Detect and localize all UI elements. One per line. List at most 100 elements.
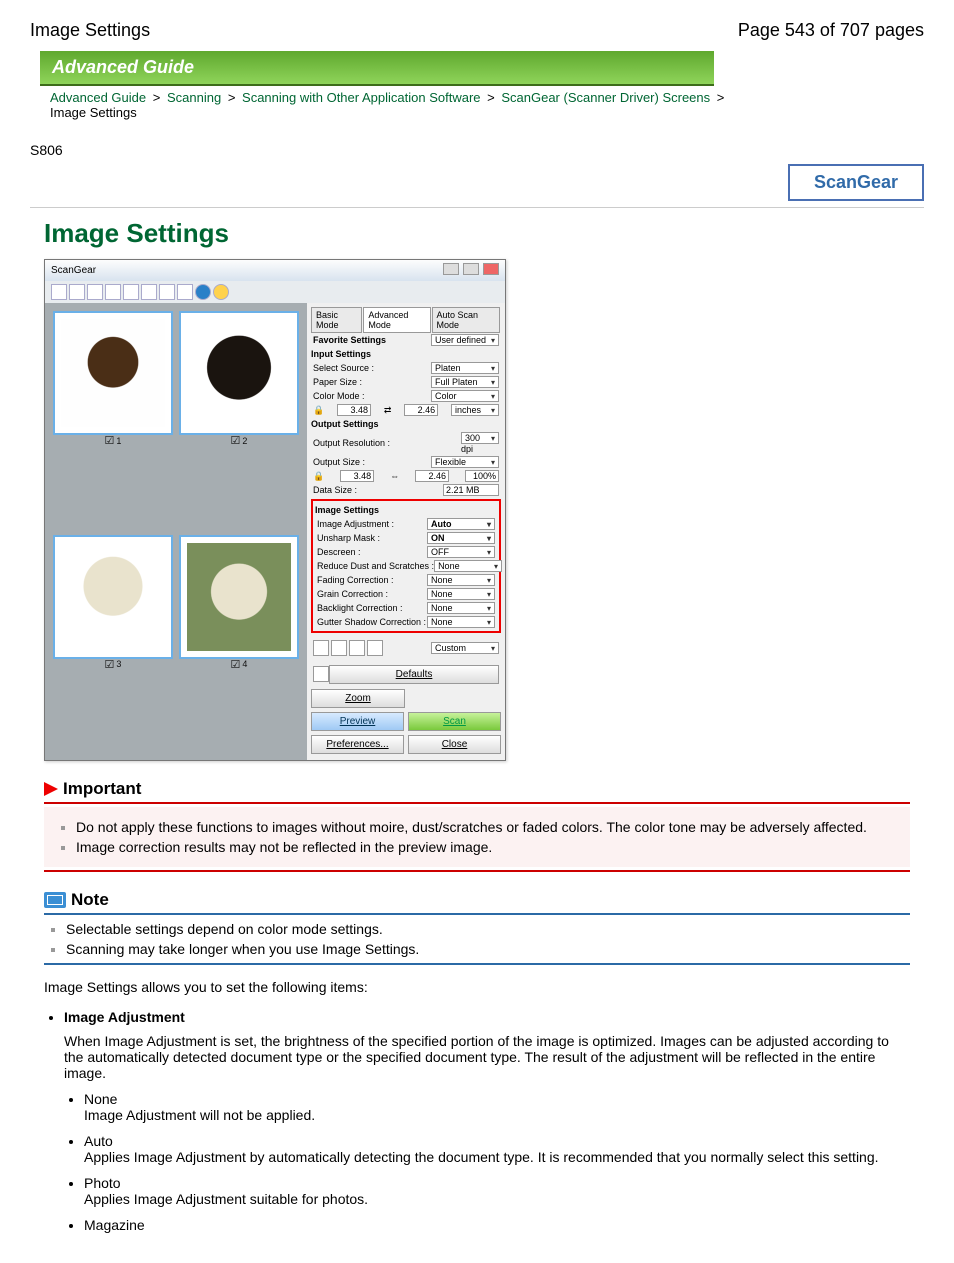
breadcrumb-link-advanced-guide[interactable]: Advanced Guide — [50, 90, 146, 105]
toolbar-button[interactable] — [87, 284, 103, 300]
paper-size-label: Paper Size : — [313, 377, 362, 387]
breadcrumb-sep: > — [228, 90, 236, 105]
custom-select[interactable]: Custom — [431, 642, 499, 654]
defaults-button[interactable]: Defaults — [329, 665, 499, 684]
term-photo: Photo — [84, 1175, 910, 1191]
input-width-field[interactable]: 3.48 — [337, 404, 371, 416]
breadcrumb-current: Image Settings — [50, 105, 137, 120]
toolbar-button[interactable] — [105, 284, 121, 300]
close-icon[interactable] — [483, 263, 499, 275]
image-adjustment-label: Image Adjustment : — [317, 519, 394, 529]
tab-auto-scan-mode[interactable]: Auto Scan Mode — [432, 307, 500, 333]
close-button[interactable]: Close — [408, 735, 501, 754]
preferences-button[interactable]: Preferences... — [311, 735, 404, 754]
window-titlebar: ScanGear — [45, 260, 505, 281]
input-height-field[interactable]: 2.46 — [404, 404, 438, 416]
scan-button[interactable]: Scan — [408, 712, 501, 731]
output-resolution-select[interactable]: 300 — [461, 432, 499, 444]
breadcrumb-link-scangear-screens[interactable]: ScanGear (Scanner Driver) Screens — [501, 90, 710, 105]
desc-auto: Applies Image Adjustment by automaticall… — [84, 1149, 910, 1165]
color-mode-select[interactable]: Color — [431, 390, 499, 402]
brightness-button[interactable] — [331, 640, 347, 656]
zoom-button[interactable]: Zoom — [311, 689, 405, 708]
list-item: Auto Applies Image Adjustment by automat… — [84, 1133, 910, 1165]
select-source-select[interactable]: Platen — [431, 362, 499, 374]
output-size-select[interactable]: Flexible — [431, 456, 499, 468]
important-heading: Important — [44, 779, 910, 799]
thumb-label: 4 — [231, 658, 248, 671]
data-size-value: 2.21 MB — [443, 484, 499, 496]
scangear-brand-box: ScanGear — [788, 164, 924, 201]
toolbar-button[interactable] — [51, 284, 67, 300]
output-percent-field[interactable]: 100% — [465, 470, 499, 482]
link-icon[interactable]: ⇔ — [390, 471, 399, 481]
output-width-field[interactable]: 3.48 — [340, 470, 374, 482]
window-buttons — [442, 263, 499, 278]
mode-tabs: Basic Mode Advanced Mode Auto Scan Mode — [311, 307, 501, 333]
select-source-label: Select Source : — [313, 363, 374, 373]
important-item: Do not apply these functions to images w… — [76, 817, 900, 837]
thumbnail-1[interactable]: 1 — [53, 311, 173, 435]
image-settings-group: Image Settings Image Adjustment : Auto Un… — [311, 499, 501, 633]
toolbar-button[interactable] — [141, 284, 157, 300]
thumbnail-3[interactable]: 3 — [53, 535, 173, 659]
image-adjustment-select[interactable]: Auto — [427, 518, 495, 530]
page-title: Image Settings — [44, 218, 924, 249]
descreen-select[interactable]: OFF — [427, 546, 495, 558]
color-adjust-buttons — [313, 640, 383, 656]
gutter-shadow-select[interactable]: None — [427, 616, 495, 628]
histogram-button[interactable] — [349, 640, 365, 656]
toolbar-button[interactable] — [177, 284, 193, 300]
reduce-dust-select[interactable]: None — [434, 560, 502, 572]
tab-basic-mode[interactable]: Basic Mode — [311, 307, 362, 333]
output-resolution-label: Output Resolution : — [313, 438, 390, 448]
tab-advanced-mode[interactable]: Advanced Mode — [363, 307, 430, 333]
units-select[interactable]: inches — [451, 404, 499, 416]
fading-correction-label: Fading Correction : — [317, 575, 394, 585]
lock-icon[interactable]: 🔒 — [313, 471, 324, 482]
toolbar-button[interactable] — [159, 284, 175, 300]
divider — [30, 207, 924, 208]
paper-size-select[interactable]: Full Platen — [431, 376, 499, 388]
term-none: None — [84, 1091, 910, 1107]
desc-photo: Applies Image Adjustment suitable for ph… — [84, 1191, 910, 1207]
preview-pane: 1 2 3 4 — [45, 303, 307, 760]
image-settings-header: Image Settings — [315, 505, 497, 515]
breadcrumb-sep: > — [153, 90, 161, 105]
note-item: Scanning may take longer when you use Im… — [66, 939, 910, 959]
page-header: Image Settings Page 543 of 707 pages — [30, 20, 924, 41]
minimize-icon[interactable] — [443, 263, 459, 275]
desc-none: Image Adjustment will not be applied. — [84, 1107, 910, 1123]
important-item: Image correction results may not be refl… — [76, 837, 900, 857]
maximize-icon[interactable] — [463, 263, 479, 275]
color-button[interactable] — [313, 640, 329, 656]
swap-icon[interactable]: ⇄ — [384, 405, 392, 416]
settings-list: Image Adjustment When Image Adjustment i… — [44, 1009, 910, 1233]
fading-correction-select[interactable]: None — [427, 574, 495, 586]
info-icon[interactable] — [195, 284, 211, 300]
thumb-label: 1 — [105, 434, 122, 447]
backlight-correction-select[interactable]: None — [427, 602, 495, 614]
lock-icon[interactable]: 🔒 — [313, 405, 324, 416]
thumbnail-2[interactable]: 2 — [179, 311, 299, 435]
favorite-settings-label: Favorite Settings — [313, 335, 386, 345]
toolbar-button[interactable] — [69, 284, 85, 300]
tone-curve-button[interactable] — [367, 640, 383, 656]
breadcrumb-sep: > — [487, 90, 495, 105]
preview-button[interactable]: Preview — [311, 712, 404, 731]
advanced-guide-banner: Advanced Guide — [40, 51, 714, 86]
intro-text: Image Settings allows you to set the fol… — [44, 979, 910, 995]
gutter-shadow-label: Gutter Shadow Correction : — [317, 617, 426, 627]
output-height-field[interactable]: 2.46 — [415, 470, 449, 482]
breadcrumb-link-scanning[interactable]: Scanning — [167, 90, 221, 105]
favorite-settings-select[interactable]: User defined — [431, 334, 499, 346]
help-icon[interactable] — [213, 284, 229, 300]
breadcrumb-link-other-app[interactable]: Scanning with Other Application Software — [242, 90, 480, 105]
unsharp-mask-select[interactable]: ON — [427, 532, 495, 544]
grain-correction-select[interactable]: None — [427, 588, 495, 600]
unsharp-mask-label: Unsharp Mask : — [317, 533, 380, 543]
final-review-button[interactable] — [313, 666, 329, 682]
toolbar-button[interactable] — [123, 284, 139, 300]
window-title: ScanGear — [51, 265, 96, 276]
thumbnail-4[interactable]: 4 — [179, 535, 299, 659]
